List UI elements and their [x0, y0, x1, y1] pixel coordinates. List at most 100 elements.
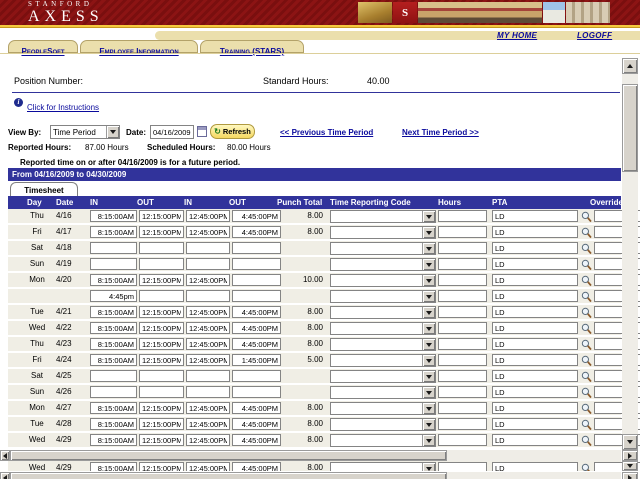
- scroll-down-icon[interactable]: [622, 461, 638, 471]
- in-1-input[interactable]: [90, 274, 137, 286]
- chevron-down-icon[interactable]: [422, 227, 435, 238]
- out-1-input[interactable]: [139, 322, 184, 334]
- chevron-down-icon[interactable]: [422, 339, 435, 350]
- pta-lookup-icon[interactable]: [581, 386, 593, 399]
- out-1-input[interactable]: [139, 226, 184, 238]
- chevron-down-icon[interactable]: [422, 275, 435, 286]
- hours-input[interactable]: [438, 226, 487, 238]
- hours-input[interactable]: [438, 274, 487, 286]
- out-2-input[interactable]: [232, 210, 281, 222]
- out-1-input[interactable]: [139, 338, 184, 350]
- in-2-input[interactable]: [186, 434, 230, 446]
- out-2-input[interactable]: [232, 322, 281, 334]
- hours-input[interactable]: [438, 418, 487, 430]
- pta-input[interactable]: [492, 354, 578, 366]
- date-input[interactable]: [150, 125, 194, 139]
- chevron-down-icon[interactable]: [422, 371, 435, 382]
- scroll-right-icon[interactable]: [622, 472, 638, 479]
- logoff-link[interactable]: LOGOFF: [577, 31, 612, 40]
- in-1-input[interactable]: [90, 290, 137, 302]
- in-1-input[interactable]: [90, 306, 137, 318]
- pta-input[interactable]: [492, 418, 578, 430]
- chevron-down-icon[interactable]: [422, 323, 435, 334]
- horizontal-scrollbar-thumb[interactable]: [10, 472, 447, 479]
- refresh-button[interactable]: ↻ Refresh: [210, 124, 255, 139]
- out-2-input[interactable]: [232, 226, 281, 238]
- in-1-input[interactable]: [90, 402, 137, 414]
- out-2-input[interactable]: [232, 434, 281, 446]
- in-2-input[interactable]: [186, 386, 230, 398]
- pta-lookup-icon[interactable]: [581, 462, 593, 471]
- vertical-scrollbar[interactable]: [622, 58, 638, 450]
- hours-input[interactable]: [438, 306, 487, 318]
- out-2-input[interactable]: [232, 274, 281, 286]
- chevron-down-icon[interactable]: [422, 243, 435, 254]
- pta-input[interactable]: [492, 386, 578, 398]
- horizontal-scrollbar-bottom[interactable]: [0, 472, 621, 479]
- in-2-input[interactable]: [186, 322, 230, 334]
- pta-input[interactable]: [492, 402, 578, 414]
- out-1-input[interactable]: [139, 242, 184, 254]
- out-2-input[interactable]: [232, 338, 281, 350]
- in-1-input[interactable]: [90, 386, 137, 398]
- out-1-input[interactable]: [139, 290, 184, 302]
- chevron-down-icon[interactable]: [422, 355, 435, 366]
- chevron-down-icon[interactable]: [422, 463, 435, 471]
- out-2-input[interactable]: [232, 258, 281, 270]
- time-reporting-code-select[interactable]: [330, 462, 436, 471]
- time-reporting-code-select[interactable]: [330, 370, 436, 383]
- scroll-left-icon[interactable]: [0, 450, 10, 461]
- in-2-input[interactable]: [186, 258, 230, 270]
- time-reporting-code-select[interactable]: [330, 322, 436, 335]
- chevron-down-icon[interactable]: [422, 307, 435, 318]
- in-1-input[interactable]: [90, 322, 137, 334]
- vertical-scrollbar-thumb[interactable]: [622, 84, 638, 172]
- in-2-input[interactable]: [186, 402, 230, 414]
- view-by-select[interactable]: Time Period: [50, 125, 120, 139]
- hours-input[interactable]: [438, 338, 487, 350]
- time-reporting-code-select[interactable]: [330, 338, 436, 351]
- hours-input[interactable]: [438, 354, 487, 366]
- in-2-input[interactable]: [186, 210, 230, 222]
- out-1-input[interactable]: [139, 210, 184, 222]
- tab-training-stars[interactable]: Training (STARS): [200, 40, 304, 53]
- time-reporting-code-select[interactable]: [330, 418, 436, 431]
- in-1-input[interactable]: [90, 462, 137, 471]
- out-2-input[interactable]: [232, 354, 281, 366]
- out-2-input[interactable]: [232, 402, 281, 414]
- in-2-input[interactable]: [186, 242, 230, 254]
- chevron-down-icon[interactable]: [422, 259, 435, 270]
- hours-input[interactable]: [438, 402, 487, 414]
- scroll-left-icon[interactable]: [0, 472, 10, 479]
- chevron-down-icon[interactable]: [422, 211, 435, 222]
- pta-lookup-icon[interactable]: [581, 210, 593, 223]
- time-reporting-code-select[interactable]: [330, 402, 436, 415]
- hours-input[interactable]: [438, 322, 487, 334]
- in-1-input[interactable]: [90, 338, 137, 350]
- pta-lookup-icon[interactable]: [581, 418, 593, 431]
- in-1-input[interactable]: [90, 354, 137, 366]
- pta-lookup-icon[interactable]: [581, 274, 593, 287]
- out-1-input[interactable]: [139, 386, 184, 398]
- pta-input[interactable]: [492, 306, 578, 318]
- pta-input[interactable]: [492, 322, 578, 334]
- pta-lookup-icon[interactable]: [581, 434, 593, 447]
- in-2-input[interactable]: [186, 418, 230, 430]
- chevron-down-icon[interactable]: [422, 387, 435, 398]
- out-2-input[interactable]: [232, 306, 281, 318]
- hours-input[interactable]: [438, 242, 487, 254]
- pta-lookup-icon[interactable]: [581, 290, 593, 303]
- pta-lookup-icon[interactable]: [581, 322, 593, 335]
- time-reporting-code-select[interactable]: [330, 386, 436, 399]
- out-1-input[interactable]: [139, 258, 184, 270]
- scroll-down-icon[interactable]: [622, 434, 638, 450]
- pta-lookup-icon[interactable]: [581, 242, 593, 255]
- in-2-input[interactable]: [186, 370, 230, 382]
- in-1-input[interactable]: [90, 370, 137, 382]
- scroll-up-icon[interactable]: [622, 58, 638, 74]
- hours-input[interactable]: [438, 462, 487, 471]
- pta-input[interactable]: [492, 242, 578, 254]
- hours-input[interactable]: [438, 370, 487, 382]
- time-reporting-code-select[interactable]: [330, 306, 436, 319]
- pta-lookup-icon[interactable]: [581, 402, 593, 415]
